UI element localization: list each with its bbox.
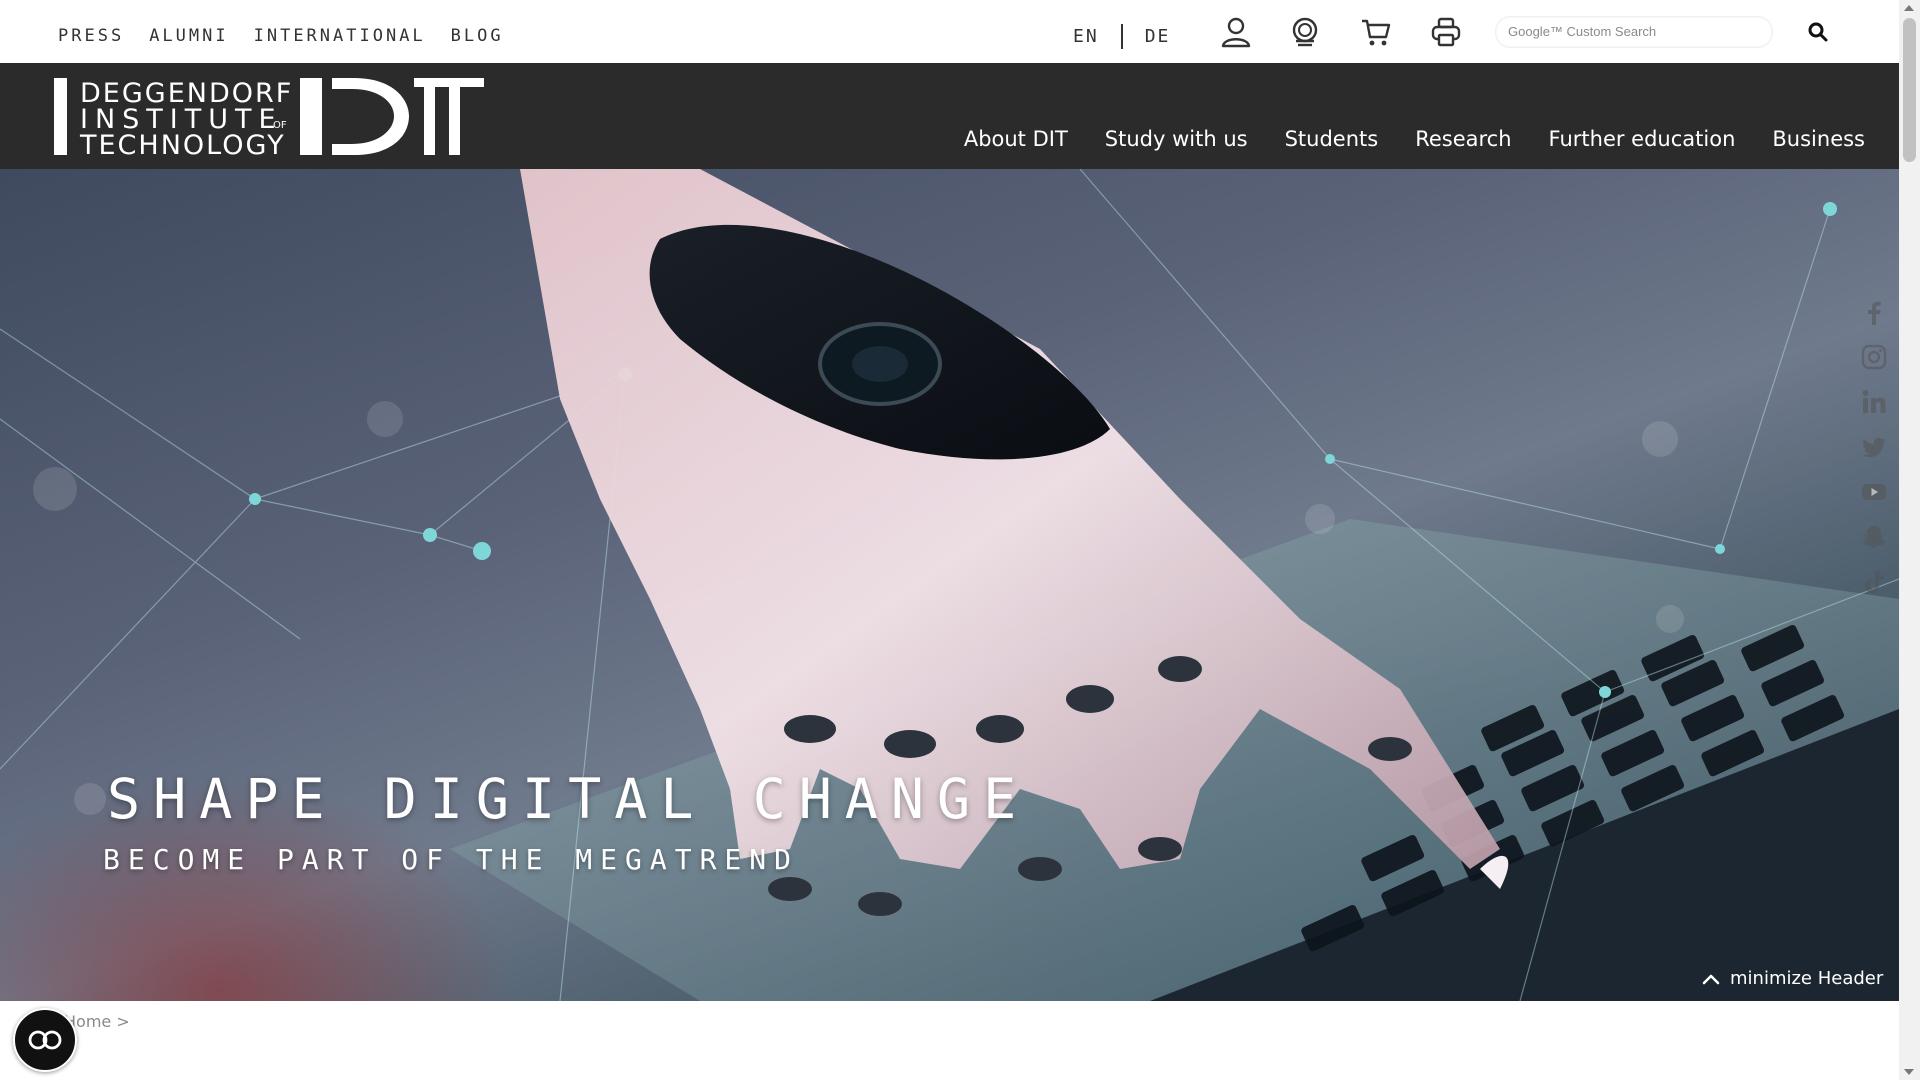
award-icon[interactable] [1289,16,1321,48]
nav-about-dit[interactable]: About DIT [964,127,1068,151]
linkedin-icon[interactable] [1860,388,1888,416]
hero-subtitle: BECOME PART OF THE MEGATREND [103,843,800,876]
dit-logo[interactable]: DEGGENDORF INSTITUTE OF TECHNOLOGY [54,78,484,158]
utility-links: PRESS ALUMNI INTERNATIONAL BLOG [58,26,504,46]
accessibility-toggle-icon [28,1030,62,1050]
search-icon[interactable] [1806,20,1830,44]
scroll-up-arrow[interactable] [1904,5,1914,11]
utility-bar: PRESS ALUMNI INTERNATIONAL BLOG EN DE [0,0,1899,63]
nav-further-education[interactable]: Further education [1549,127,1736,151]
scroll-down-arrow[interactable] [1904,1069,1914,1075]
search-box [1495,16,1773,48]
search-input[interactable] [1506,23,1760,40]
instagram-icon[interactable] [1860,343,1888,371]
youtube-icon[interactable] [1860,478,1888,506]
tiktok-icon[interactable] [1860,568,1888,596]
blog-link[interactable]: BLOG [451,26,504,46]
page-scrollbar[interactable] [1899,0,1920,1080]
alumni-link[interactable]: ALUMNI [149,26,228,46]
press-link[interactable]: PRESS [58,26,124,46]
nav-study-with-us[interactable]: Study with us [1105,127,1248,151]
minimize-header-label: minimize Header [1730,968,1884,989]
scrollbar-thumb[interactable] [1903,18,1916,162]
hero-title: SHAPE DIGITAL CHANGE [107,767,1030,831]
chevron-up-icon [1702,974,1720,984]
facebook-icon[interactable] [1860,298,1888,326]
language-en[interactable]: EN [1073,26,1099,47]
language-switcher: EN DE [1073,24,1170,49]
logo-line-3: TECHNOLOGY [79,130,286,158]
cart-icon[interactable] [1360,16,1392,48]
nav-research[interactable]: Research [1415,127,1511,151]
hero-image [0,169,1899,1001]
social-links [1860,298,1888,596]
international-link[interactable]: INTERNATIONAL [254,26,426,46]
hero-banner: SHAPE DIGITAL CHANGE BECOME PART OF THE … [0,169,1899,1001]
twitter-icon[interactable] [1860,433,1888,461]
nav-students[interactable]: Students [1285,127,1379,151]
user-icon[interactable] [1220,16,1252,48]
minimize-header-button[interactable]: minimize Header [1702,968,1883,989]
nav-business[interactable]: Business [1772,127,1865,151]
snapchat-icon[interactable] [1860,523,1888,551]
dit-mark [300,78,484,155]
language-de[interactable]: DE [1145,26,1171,47]
printer-icon[interactable] [1430,16,1462,48]
main-nav: About DIT Study with us Students Researc… [964,127,1865,151]
language-divider [1120,24,1123,49]
accessibility-button[interactable] [13,1008,77,1072]
